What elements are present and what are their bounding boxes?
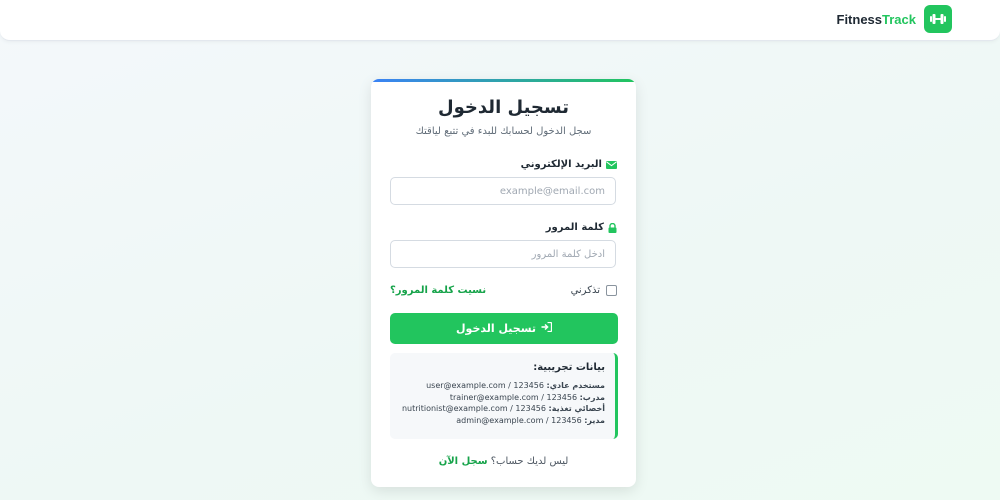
signup-prompt: ليس لديك حساب؟ سجل الآن [371, 456, 636, 467]
remember-checkbox[interactable] [606, 285, 617, 296]
brand[interactable]: FitnessTrack [836, 5, 952, 33]
demo-account-line: أخصائي تغذية: nutritionist@example.com /… [401, 404, 605, 413]
dumbbell-icon [924, 5, 952, 33]
login-card: تسجيل الدخول سجل الدخول لحسابك للبدء في … [371, 79, 636, 487]
remember-me[interactable]: تذكرني [571, 285, 617, 296]
page-title: تسجيل الدخول [438, 97, 569, 118]
signup-link[interactable]: سجل الآن [439, 456, 488, 467]
email-label: البريد الإلكتروني [521, 159, 617, 170]
demo-credentials-box: بيانات تجريبية: مستخدم عادي: user@exampl… [390, 353, 618, 439]
lock-icon [608, 222, 617, 233]
forgot-password-link[interactable]: نسيت كلمة المرور؟ [390, 285, 486, 296]
page-subtitle: سجل الدخول لحسابك للبدء في تتبع لياقتك [415, 126, 592, 137]
sign-in-icon [541, 321, 553, 335]
login-button-label: تسجيل الدخول [456, 322, 537, 335]
demo-account-line: مدرب: trainer@example.com / 123456 [449, 392, 605, 402]
demo-account-line: مدير: admin@example.com / 123456 [456, 415, 605, 425]
login-button[interactable]: تسجيل الدخول [390, 313, 618, 344]
demo-account-line: مستخدم عادي: user@example.com / 123456 [426, 381, 605, 390]
password-field[interactable] [390, 240, 616, 268]
demo-title: بيانات تجريبية: [533, 362, 605, 373]
envelope-icon [606, 160, 617, 169]
password-label: كلمة المرور [546, 222, 617, 233]
card-accent-line [371, 79, 636, 82]
remember-label: تذكرني [570, 285, 600, 296]
brand-name: FitnessTrack [836, 11, 917, 27]
signup-text: ليس لديك حساب؟ [490, 456, 569, 467]
email-field[interactable] [390, 177, 616, 205]
top-navbar: FitnessTrack [0, 0, 1000, 41]
